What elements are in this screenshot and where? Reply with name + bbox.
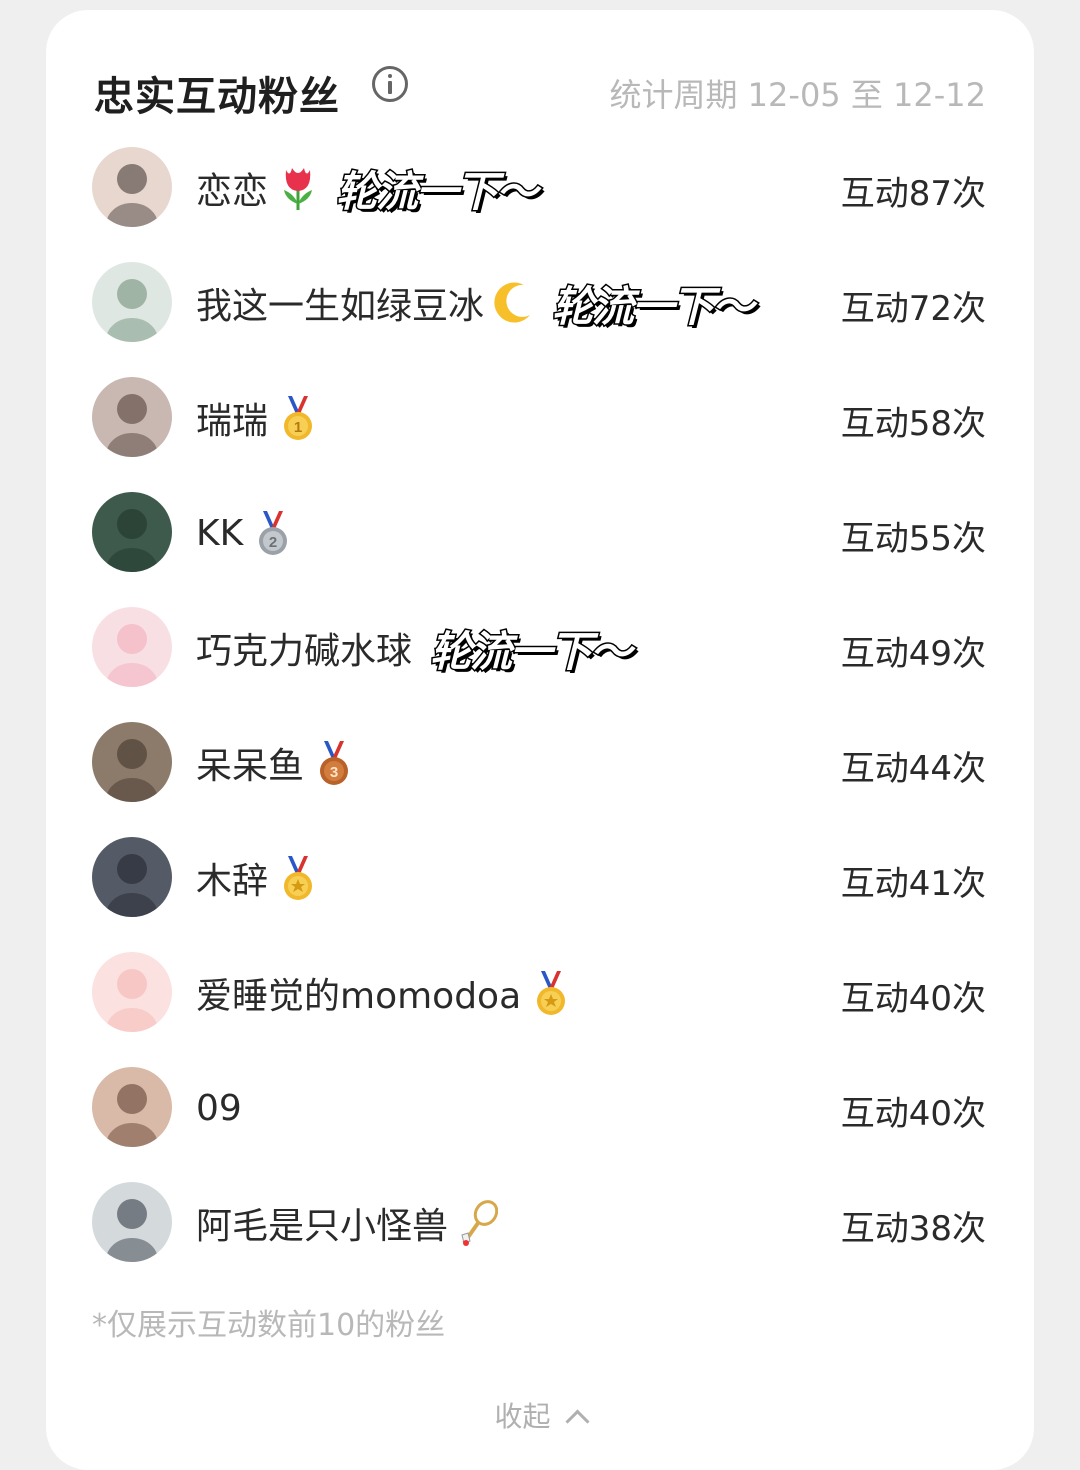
fan-row[interactable]: 恋恋 轮流一下～ 互动87次 bbox=[92, 130, 986, 245]
avatar[interactable] bbox=[92, 837, 172, 917]
fan-name: 恋恋 bbox=[196, 171, 269, 212]
svg-text:2: 2 bbox=[269, 534, 277, 551]
fan-name: 阿毛是只小怪兽 bbox=[196, 1206, 449, 1247]
fan-name: 巧克力碱水球 bbox=[196, 631, 413, 672]
fan-name-group: KK 2 bbox=[196, 505, 293, 561]
card-title: 忠实互动粉丝 bbox=[94, 74, 340, 120]
fan-name-group: 巧克力碱水球 轮流一下～ bbox=[196, 620, 634, 677]
fan-row[interactable]: KK 2 互动55次 bbox=[92, 475, 986, 590]
avatar[interactable] bbox=[92, 1067, 172, 1147]
sports-medal-icon bbox=[531, 969, 571, 1017]
avatar[interactable] bbox=[92, 722, 172, 802]
fan-name: KK bbox=[196, 512, 244, 554]
avatar[interactable] bbox=[92, 147, 172, 227]
bronze-medal-icon: 3 bbox=[314, 739, 354, 787]
fan-slogan: 轮流一下～ bbox=[335, 165, 540, 217]
fan-name: 我这一生如绿豆冰 bbox=[196, 286, 485, 327]
fan-name-group: 我这一生如绿豆冰 轮流一下～ bbox=[196, 275, 756, 332]
fan-slogan: 轮流一下～ bbox=[429, 625, 634, 677]
gold-medal-icon: 1 bbox=[278, 394, 318, 442]
fan-row[interactable]: 巧克力碱水球 轮流一下～ 互动49次 bbox=[92, 590, 986, 705]
fan-row[interactable]: 爱睡觉的momodoa 互动40次 bbox=[92, 935, 986, 1050]
sports-medal-icon bbox=[278, 854, 318, 902]
fan-slogan: 轮流一下～ bbox=[551, 280, 756, 332]
crescent-moon-icon bbox=[494, 279, 534, 327]
avatar[interactable] bbox=[92, 262, 172, 342]
avatar[interactable] bbox=[92, 377, 172, 457]
interaction-count: 互动58次 bbox=[840, 404, 986, 444]
interaction-count: 互动55次 bbox=[840, 519, 986, 559]
fan-name-group: 阿毛是只小怪兽 bbox=[196, 1195, 499, 1251]
fan-row[interactable]: 木辞 互动41次 bbox=[92, 820, 986, 935]
avatar[interactable] bbox=[92, 607, 172, 687]
fan-name-group: 恋恋 轮流一下～ bbox=[196, 160, 540, 217]
fan-row[interactable]: 我这一生如绿豆冰 轮流一下～ 互动72次 bbox=[92, 245, 986, 360]
card-header: 忠实互动粉丝 统计周期 12-05 至 12-12 bbox=[94, 58, 987, 120]
collapse-button[interactable]: 收起 bbox=[46, 1395, 1034, 1435]
fan-row[interactable]: 瑞瑞 1 互动58次 bbox=[92, 360, 986, 475]
footnote: *仅展示互动数前10的粉丝 bbox=[92, 1308, 446, 1343]
tulip-icon bbox=[278, 164, 318, 212]
silver-medal-icon: 2 bbox=[253, 509, 293, 557]
interaction-count: 互动87次 bbox=[840, 174, 986, 214]
fan-name-group: 09 bbox=[196, 1080, 242, 1136]
badminton-icon bbox=[458, 1199, 499, 1247]
info-icon[interactable] bbox=[372, 66, 408, 102]
interaction-count: 互动40次 bbox=[840, 1094, 986, 1134]
fan-name-group: 木辞 bbox=[196, 850, 318, 906]
fan-name: 爱睡觉的momodoa bbox=[196, 976, 522, 1017]
fan-list: 恋恋 轮流一下～ 互动87次 我这一生如绿豆冰 轮流一下～ 互动72次 瑞瑞 1 互动58次 KK… bbox=[92, 130, 986, 1280]
svg-text:1: 1 bbox=[294, 419, 302, 436]
chevron-up-icon bbox=[564, 1409, 590, 1434]
fan-row[interactable]: 09 互动40次 bbox=[92, 1050, 986, 1165]
fan-name: 呆呆鱼 bbox=[196, 746, 305, 787]
svg-text:3: 3 bbox=[330, 764, 338, 781]
fan-row[interactable]: 呆呆鱼 3 互动44次 bbox=[92, 705, 986, 820]
fan-name: 木辞 bbox=[196, 861, 269, 902]
interaction-count: 互动40次 bbox=[840, 979, 986, 1019]
interaction-count: 互动41次 bbox=[840, 864, 986, 904]
fan-name: 09 bbox=[196, 1087, 242, 1129]
avatar[interactable] bbox=[92, 952, 172, 1032]
avatar[interactable] bbox=[92, 1182, 172, 1262]
fan-name-group: 爱睡觉的momodoa bbox=[196, 965, 571, 1021]
interaction-count: 互动38次 bbox=[840, 1209, 986, 1249]
interaction-count: 互动44次 bbox=[840, 749, 986, 789]
collapse-label: 收起 bbox=[494, 1400, 551, 1433]
fans-card: 忠实互动粉丝 统计周期 12-05 至 12-12 恋恋 轮流一下～ 互动87次 我这… bbox=[46, 10, 1034, 1470]
interaction-count: 互动49次 bbox=[840, 634, 986, 674]
avatar[interactable] bbox=[92, 492, 172, 572]
stat-period: 统计周期 12-05 至 12-12 bbox=[609, 76, 987, 114]
interaction-count: 互动72次 bbox=[840, 289, 986, 329]
fan-name-group: 瑞瑞 1 bbox=[196, 390, 318, 446]
fan-name-group: 呆呆鱼 3 bbox=[196, 735, 354, 791]
fan-name: 瑞瑞 bbox=[196, 401, 269, 442]
fan-row[interactable]: 阿毛是只小怪兽 互动38次 bbox=[92, 1165, 986, 1280]
